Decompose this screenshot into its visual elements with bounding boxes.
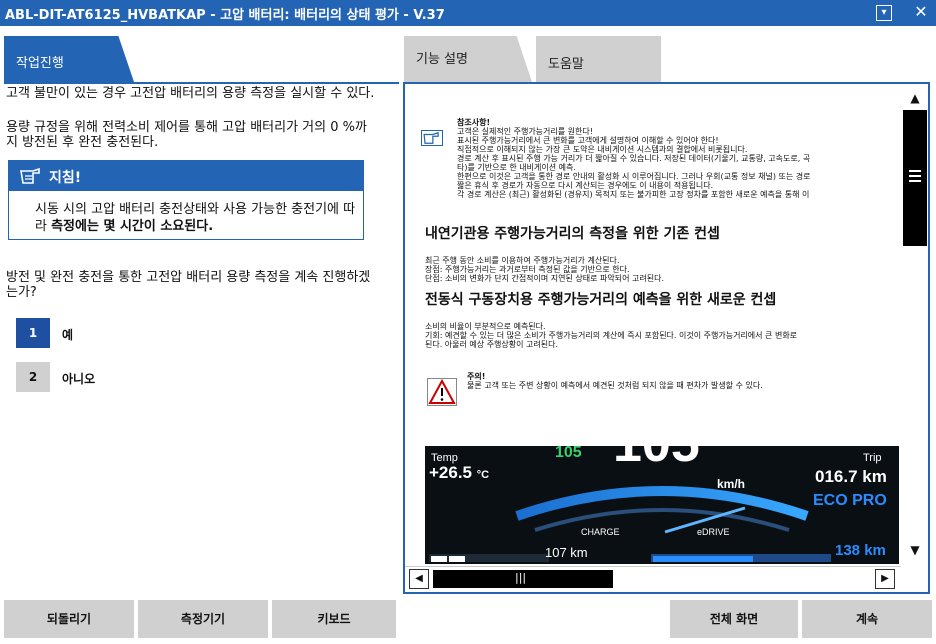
scroll-down-arrow-icon[interactable]: ▼ [905, 540, 925, 560]
option-no-label[interactable]: 아니오 [62, 370, 95, 387]
grip-icon [909, 170, 921, 182]
old-concept-line: 장점: 주행가능거리는 과거로부터 측정된 값을 기반으로 한다. [425, 265, 630, 274]
pointing-hand-icon [421, 130, 443, 146]
speed-value: 105 [613, 446, 700, 470]
keyboard-button[interactable]: 키보드 [272, 600, 396, 638]
warning-icon [427, 378, 457, 406]
old-concept-line: 최근 주행 동안 소비를 이용하여 주행가능거리가 계산된다. [425, 256, 620, 265]
reference-line: 표시된 주행가능거리에서 큰 변화를 고객에게 설명하여 이해할 수 있어야 한… [457, 136, 719, 145]
trip-label: Trip [863, 452, 882, 464]
back-button[interactable]: 되돌리기 [4, 600, 134, 638]
scroll-left-arrow-icon[interactable]: ◀ [409, 569, 429, 589]
dropdown-box-icon[interactable]: ▾ [876, 5, 892, 21]
new-concept-line: 소비의 비율이 부분적으로 예측된다. [425, 322, 546, 331]
new-concept-line: 기회: 예견할 수 있는 더 많은 소비가 주행가능거리의 계산에 즉시 포함된… [425, 331, 798, 340]
tab-progress[interactable]: 작업진행 [4, 36, 134, 82]
reference-line: 직접적으로 이해되지 않는 가장 큰 도약은 내비게이션 시스템과의 결합에서 … [457, 145, 748, 154]
reference-line: 짧은 휴식 후 경로가 자동으로 다시 계산되는 경우에도 이 내용이 적용됩니… [457, 181, 714, 190]
temp-value-number: +26.5 [429, 463, 473, 482]
new-concept-line: 된다. 아울러 예상 주행상황이 고려된다. [425, 340, 559, 349]
option-no-button[interactable]: 2 [16, 362, 50, 392]
new-concept-text: 소비의 비율이 부분적으로 예측된다. 기회: 예견할 수 있는 더 많은 소비… [425, 322, 901, 349]
guideline-box: 지침! 시동 시의 고압 배터리 충전상태와 사용 가능한 충전기에 따라 측정… [8, 160, 364, 240]
guideline-header: 지침! [9, 161, 363, 191]
pointing-hand-icon [20, 167, 40, 184]
continue-button[interactable]: 계속 [802, 600, 932, 638]
speed-unit: km/h [717, 477, 746, 491]
question-text: 방전 및 완전 충전을 통한 고전압 배터리 용량 측정을 계속 진행하겠는가? [6, 270, 371, 300]
measuring-device-button[interactable]: 측정기기 [138, 600, 268, 638]
old-concept-text: 최근 주행 동안 소비를 이용하여 주행가능거리가 계산된다. 장점: 주행가능… [425, 256, 901, 283]
temp-unit: °C [476, 469, 490, 481]
reference-line: 타)를 기반으로 한 내비게이션 예측. [457, 163, 576, 172]
option-yes-button[interactable]: 1 [16, 318, 50, 348]
reference-note: 참조사항! 고객은 실제적인 주행가능거리를 원한다! 표시된 주행가능거리에서… [457, 118, 901, 199]
drive-mode: ECO PRO [813, 492, 887, 509]
section-heading-old: 내연기관용 주행가능거리의 측정을 위한 기존 컨셉 [425, 226, 720, 242]
intro-text-2: 용량 규정을 위해 전력소비 제어를 통해 고압 배터리가 거의 0 %까지 방… [6, 120, 367, 150]
option-yes-label[interactable]: 예 [62, 326, 73, 343]
range-left: 107 km [545, 545, 588, 560]
caution-title: 주의! [467, 372, 486, 381]
old-concept-line: 단점: 소비의 변화가 단지 간접적이며 지연된 상태로 파악되어 고려된다. [425, 274, 665, 283]
instrument-cluster-image: Temp +26.5 °C 105 105 km/h Trip 016.7 km… [425, 446, 899, 564]
vertical-scroll-thumb[interactable] [903, 110, 927, 246]
tab-feature-label: 기능 설명 [416, 52, 468, 67]
reference-line: 각 경로 계산은 (최근) 활성화된 (경유지) 목적지 또는 불가피한 고장 … [457, 190, 810, 199]
tab-progress-label: 작업진행 [16, 56, 64, 71]
trip-value: 016.7 km [815, 467, 887, 486]
document-view[interactable]: 참조사항! 고객은 실제적인 주행가능거리를 원한다! 표시된 주행가능거리에서… [405, 84, 901, 564]
reference-line: 한편으로 이것은 고객을 통한 경로 안내의 활성화 시 이루어집니다. 그러나… [457, 172, 811, 181]
temp-value: +26.5 °C [429, 464, 490, 481]
bottom-toolbar: 되돌리기 측정기기 키보드 전체 화면 계속 [0, 596, 936, 644]
intro-text-1: 고객 불만이 있는 경우 고전압 배터리의 용량 측정을 실시할 수 있다. [6, 86, 375, 101]
scroll-up-arrow-icon[interactable]: ▲ [905, 88, 925, 108]
section-heading-new: 전동식 구동장치용 주행가능거리의 예측을 위한 새로운 컨셉 [425, 292, 777, 308]
instruction-panel: 고객 불만이 있는 경우 고전압 배터리의 용량 측정을 실시할 수 있다. 용… [4, 82, 399, 594]
small-speed: 105 [555, 446, 582, 461]
reference-line: 경로 계산 후 표시된 주행 가능 거리가 더 짧아질 수 있습니다. 저장된 … [457, 154, 811, 163]
window-title: ABL-DIT-AT6125_HVBATKAP - 고압 배터리: 배터리의 상… [5, 8, 445, 23]
horizontal-scrollbar[interactable]: ◀ ||| ▶ [405, 566, 901, 590]
tab-help-label: 도움말 [548, 57, 584, 72]
scroll-right-arrow-icon[interactable]: ▶ [875, 569, 895, 589]
range-right: 138 km [835, 542, 886, 559]
tab-feature-description[interactable]: 기능 설명 [404, 36, 532, 82]
temp-label: Temp [431, 452, 458, 464]
edrive-label: eDRIVE [697, 527, 730, 537]
guideline-text: 시동 시의 고압 배터리 충전상태와 사용 가능한 충전기에 따라 측정에는 몇… [35, 201, 360, 235]
fullscreen-button[interactable]: 전체 화면 [670, 600, 798, 638]
vertical-scrollbar[interactable]: ▲ ▼ [901, 84, 928, 564]
charge-label: CHARGE [581, 527, 620, 537]
reference-title: 참조사항! [457, 118, 491, 127]
title-bar: ABL-DIT-AT6125_HVBATKAP - 고압 배터리: 배터리의 상… [0, 0, 936, 26]
caution-text: 주의! 물론 고객 또는 주변 상황이 예측에서 예견된 것처럼 되지 않을 때… [467, 372, 763, 390]
horizontal-scroll-thumb[interactable]: ||| [433, 570, 613, 588]
document-panel: 참조사항! 고객은 실제적인 주행가능거리를 원한다! 표시된 주행가능거리에서… [403, 82, 930, 594]
guideline-title: 지침! [49, 170, 82, 186]
grip-icon: ||| [515, 571, 527, 584]
tab-help[interactable]: 도움말 [536, 36, 661, 82]
guideline-text-bold: 측정에는 몇 시간이 소요된다. [51, 219, 214, 234]
reference-line: 고객은 실제적인 주행가능거리를 원한다! [457, 127, 593, 136]
close-icon[interactable]: ✕ [913, 4, 929, 21]
caution-body: 물론 고객 또는 주변 상황이 예측에서 예견된 것처럼 되지 않을 때 편차가… [467, 381, 763, 390]
